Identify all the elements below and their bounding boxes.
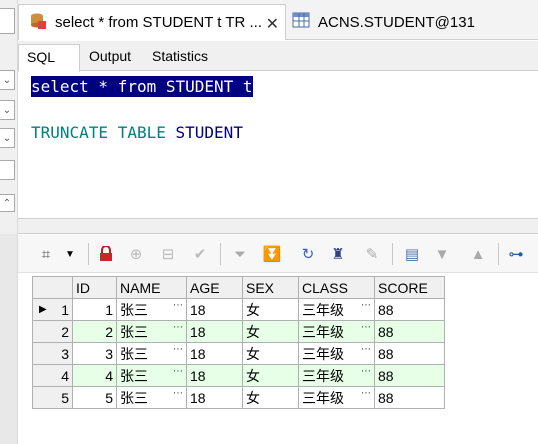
grid-options-icon[interactable]: ⌗: [36, 244, 56, 264]
current-row-marker-icon: ▶: [39, 304, 47, 315]
column-header-class[interactable]: CLASS: [298, 276, 375, 299]
cell-score[interactable]: 88: [374, 320, 445, 343]
row-header[interactable]: 5: [32, 386, 73, 409]
left-dropdown-3[interactable]: ⌄: [0, 128, 15, 148]
table-row[interactable]: 3 3 张三 ⋯ 18 女 三年级 ⋯ 88: [32, 342, 445, 365]
cell-score[interactable]: 88: [374, 386, 445, 409]
export-icon[interactable]: ▤: [402, 244, 422, 264]
tab-table-view[interactable]: ACNS.STUDENT@131: [286, 4, 536, 40]
column-header-score[interactable]: SCORE: [374, 276, 445, 299]
table-row[interactable]: 5 5 张三 ⋯ 18 女 三年级 ⋯ 88: [32, 386, 445, 409]
post-changes-icon[interactable]: ✔: [190, 244, 210, 264]
row-header[interactable]: ▶ 1: [32, 298, 73, 321]
cell-score[interactable]: 88: [374, 364, 445, 387]
identifier-student: STUDENT: [175, 123, 243, 142]
editor-splitter[interactable]: [18, 218, 538, 234]
left-dropdown-1[interactable]: ⌄: [0, 70, 15, 90]
lock-icon[interactable]: [96, 244, 116, 264]
left-dropdown-2[interactable]: ⌄: [0, 100, 15, 120]
cell-id[interactable]: 3: [72, 342, 117, 365]
chevron-down-icon[interactable]: ▼: [60, 244, 80, 264]
cell-sex[interactable]: 女: [242, 342, 299, 365]
editor-tab-bar: select * from STUDENT t TR ... ✕ ACNS.ST…: [18, 0, 538, 40]
editor-line-selected: select * from STUDENT t: [31, 76, 253, 97]
table-row[interactable]: 2 2 张三 ⋯ 18 女 三年级 ⋯ 88: [32, 320, 445, 343]
grid-header-row: ID NAME AGE SEX CLASS SCORE: [32, 276, 445, 299]
tab-sql-window[interactable]: select * from STUDENT t TR ... ✕: [18, 4, 286, 40]
result-subtabs: SQL Output Statistics: [18, 41, 538, 72]
keyword-table: TABLE: [117, 123, 166, 142]
tab-table-view-label: ACNS.STUDENT@131: [318, 13, 475, 31]
cell-score[interactable]: 88: [374, 298, 445, 321]
cell-age[interactable]: 18: [186, 320, 243, 343]
cell-name[interactable]: 张三 ⋯: [116, 320, 187, 343]
cell-score[interactable]: 88: [374, 342, 445, 365]
table-row[interactable]: 4 4 张三 ⋯ 18 女 三年级 ⋯ 88: [32, 364, 445, 387]
tab-statistics[interactable]: Statistics: [144, 44, 216, 72]
cell-age[interactable]: 18: [186, 386, 243, 409]
cell-id[interactable]: 5: [72, 386, 117, 409]
cell-class[interactable]: 三年级 ⋯: [298, 386, 375, 409]
row-header[interactable]: 4: [32, 364, 73, 387]
cell-class[interactable]: 三年级 ⋯: [298, 342, 375, 365]
refresh-icon[interactable]: ↻: [298, 244, 318, 264]
last-page-icon[interactable]: ⏬: [262, 244, 282, 264]
left-panel-strip: ⌄ ⌄ ⌄ ⌃: [0, 0, 18, 444]
cell-age[interactable]: 18: [186, 298, 243, 321]
next-page-icon[interactable]: ⏷: [230, 244, 250, 264]
close-icon[interactable]: ✕: [266, 14, 279, 34]
left-panel-toggle[interactable]: [0, 8, 15, 34]
tab-output[interactable]: Output: [81, 44, 143, 72]
delete-record-icon[interactable]: ⊟: [158, 244, 178, 264]
insert-record-icon[interactable]: ⊕: [126, 244, 146, 264]
sql-window-icon: [29, 12, 49, 34]
arrow-up-icon[interactable]: ▲: [468, 244, 488, 264]
cell-name[interactable]: 张三 ⋯: [116, 342, 187, 365]
tab-sql-window-label: select * from STUDENT t TR ...: [55, 14, 262, 31]
arrow-down-icon[interactable]: ▼: [432, 244, 452, 264]
result-grid: ID NAME AGE SEX CLASS SCORE ▶ 1 1 张三 ⋯ 18 …: [32, 276, 445, 409]
row-header[interactable]: 2: [32, 320, 73, 343]
row-header[interactable]: 3: [32, 342, 73, 365]
find-icon[interactable]: ♜: [328, 244, 348, 264]
cell-class[interactable]: 三年级 ⋯: [298, 298, 375, 321]
column-header-id[interactable]: ID: [72, 276, 117, 299]
tab-output-label: Output: [89, 48, 132, 64]
cell-age[interactable]: 18: [186, 364, 243, 387]
cell-id[interactable]: 2: [72, 320, 117, 343]
sql-editor[interactable]: select * from STUDENT t TRUNCATE TABLE S…: [18, 72, 538, 218]
cell-name[interactable]: 张三 ⋯: [116, 364, 187, 387]
keyword-truncate: TRUNCATE: [31, 123, 109, 142]
column-header-sex[interactable]: SEX: [242, 276, 299, 299]
grid-toolbar: ⌗ ▼ ⊕ ⊟ ✔ ⏷ ⏬ ↻ ♜ ✎ ▤ ▼ ▲ ⊶: [18, 235, 538, 273]
cell-id[interactable]: 4: [72, 364, 117, 387]
row-header-corner: [32, 276, 73, 299]
cell-name[interactable]: 张三 ⋯: [116, 298, 187, 321]
cell-id[interactable]: 1: [72, 298, 117, 321]
tab-statistics-label: Statistics: [152, 48, 209, 64]
tab-sql-label: SQL: [27, 49, 56, 65]
left-gray-area: [0, 234, 17, 444]
cell-sex[interactable]: 女: [242, 364, 299, 387]
cell-sex[interactable]: 女: [242, 320, 299, 343]
column-header-age[interactable]: AGE: [186, 276, 243, 299]
cell-name[interactable]: 张三 ⋯: [116, 386, 187, 409]
tree-icon[interactable]: ⊶: [506, 244, 526, 264]
cell-class[interactable]: 三年级 ⋯: [298, 364, 375, 387]
clear-icon[interactable]: ✎: [362, 244, 382, 264]
column-header-name[interactable]: NAME: [116, 276, 187, 299]
cell-class[interactable]: 三年级 ⋯: [298, 320, 375, 343]
left-collapse-arrow[interactable]: ⌃: [0, 194, 15, 212]
cell-sex[interactable]: 女: [242, 386, 299, 409]
table-icon: [292, 12, 312, 32]
tab-sql[interactable]: SQL: [18, 44, 80, 72]
cell-age[interactable]: 18: [186, 342, 243, 365]
left-field[interactable]: [0, 160, 15, 180]
table-row[interactable]: ▶ 1 1 张三 ⋯ 18 女 三年级 ⋯ 88: [32, 298, 445, 321]
editor-line-truncate: TRUNCATE TABLE STUDENT: [31, 123, 243, 142]
cell-sex[interactable]: 女: [242, 298, 299, 321]
